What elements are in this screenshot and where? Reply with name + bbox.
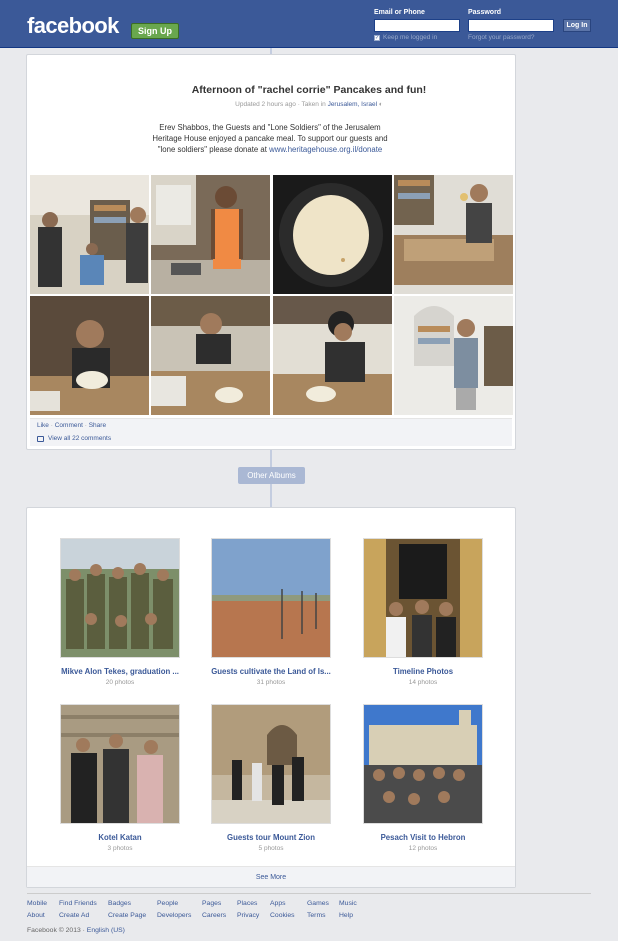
- footer-link[interactable]: Music: [339, 900, 357, 907]
- password-label: Password: [468, 9, 502, 16]
- album-thumbnail[interactable]: [60, 704, 180, 824]
- album-photo[interactable]: [273, 296, 392, 415]
- facebook-logo[interactable]: facebook: [27, 13, 119, 39]
- checkbox-icon[interactable]: ✓: [374, 34, 380, 41]
- location-link[interactable]: Jerusalem, Israel: [328, 101, 378, 108]
- album-photo-count: 31 photos: [256, 679, 286, 686]
- album-thumbnail[interactable]: [211, 538, 331, 658]
- top-bar: facebook Sign Up Email or Phone Password…: [0, 0, 618, 48]
- donate-link[interactable]: www.heritagehouse.org.il/donate: [269, 145, 382, 154]
- share-link[interactable]: Share: [89, 422, 106, 429]
- see-more-button[interactable]: See More: [27, 866, 515, 887]
- footer-link[interactable]: About: [27, 912, 45, 919]
- timeline-connector: [270, 484, 272, 507]
- comment-link[interactable]: Comment: [55, 422, 83, 429]
- view-comments-label[interactable]: View all 22 comments: [48, 435, 111, 442]
- footer-link[interactable]: Create Page: [108, 912, 146, 919]
- album-thumbnail[interactable]: [211, 704, 331, 824]
- album-photo[interactable]: [273, 175, 392, 294]
- footer-link[interactable]: Pages: [202, 900, 221, 907]
- timeline-connector: [270, 450, 272, 467]
- album-photo[interactable]: [30, 175, 149, 294]
- album-photo-count: 5 photos: [258, 845, 284, 852]
- language-link[interactable]: English (US): [87, 927, 125, 934]
- keep-logged-in-label: Keep me logged in: [383, 34, 438, 41]
- album-name[interactable]: Kotel Katan: [50, 833, 190, 842]
- keep-logged-in[interactable]: ✓ Keep me logged in: [374, 34, 437, 41]
- forgot-password-link[interactable]: Forgot your password?: [468, 34, 534, 41]
- album-photo[interactable]: [151, 296, 270, 415]
- album-thumbnail[interactable]: [60, 538, 180, 658]
- footer-divider: [27, 893, 591, 894]
- footer-link[interactable]: Create Ad: [59, 912, 89, 919]
- album-photo-count: 3 photos: [107, 845, 133, 852]
- album-thumbnail[interactable]: [363, 538, 483, 658]
- footer-link[interactable]: Mobile: [27, 900, 47, 907]
- copyright-text: Facebook © 2013 ·: [27, 927, 87, 934]
- footer-link[interactable]: People: [157, 900, 178, 907]
- footer-link[interactable]: Places: [237, 900, 257, 907]
- other-albums-marker: Other Albums: [238, 467, 305, 484]
- album-thumbnail[interactable]: [363, 704, 483, 824]
- album-description: Erev Shabbos, the Guests and "Lone Soldi…: [150, 122, 390, 155]
- album-name[interactable]: Guests tour Mount Zion: [201, 833, 341, 842]
- footer-link[interactable]: Help: [339, 912, 353, 919]
- album-photo[interactable]: [151, 175, 270, 294]
- album-title: Afternoon of "rachel corrie" Pancakes an…: [191, 84, 427, 96]
- footer-link[interactable]: Find Friends: [59, 900, 97, 907]
- signup-button[interactable]: Sign Up: [131, 23, 179, 39]
- footer-link[interactable]: Privacy: [237, 912, 259, 919]
- album-photo-count: 12 photos: [408, 845, 438, 852]
- like-link[interactable]: Like: [37, 422, 49, 429]
- album-name[interactable]: Guests cultivate the Land of Is...: [201, 667, 341, 676]
- album-actions-bar: Like · Comment · Share View all 22 comme…: [30, 418, 512, 446]
- email-label: Email or Phone: [374, 9, 425, 16]
- album-photo-count: 14 photos: [408, 679, 438, 686]
- footer-link[interactable]: Careers: [202, 912, 226, 919]
- album-photo[interactable]: [394, 296, 513, 415]
- album-updated: Updated 2 hours ago · Taken in: [235, 101, 328, 108]
- feedback-actions: Like · Comment · Share: [37, 422, 107, 429]
- view-comments[interactable]: View all 22 comments: [37, 435, 111, 442]
- footer-link[interactable]: Badges: [108, 900, 131, 907]
- album-name[interactable]: Timeline Photos: [353, 667, 493, 676]
- footer-link[interactable]: Games: [307, 900, 329, 907]
- album-name[interactable]: Pesach Visit to Hebron: [353, 833, 493, 842]
- email-input[interactable]: [374, 19, 460, 32]
- footer-link[interactable]: Terms: [307, 912, 326, 919]
- footer-link[interactable]: Developers: [157, 912, 191, 919]
- globe-icon: ◐: [378, 101, 383, 108]
- footer-link[interactable]: Apps: [270, 900, 286, 907]
- comment-bubble-icon: [37, 435, 44, 442]
- footer-link[interactable]: Cookies: [270, 912, 295, 919]
- password-input[interactable]: [468, 19, 554, 32]
- album-photo[interactable]: [394, 175, 513, 294]
- login-button[interactable]: Log In: [563, 19, 591, 32]
- album-meta: Updated 2 hours ago · Taken in Jerusalem…: [0, 101, 618, 108]
- album-name[interactable]: Mikve Alon Tekes, graduation ...: [50, 667, 190, 676]
- album-photo-count: 20 photos: [105, 679, 135, 686]
- copyright: Facebook © 2013 · English (US): [27, 927, 125, 934]
- album-photo[interactable]: [30, 296, 149, 415]
